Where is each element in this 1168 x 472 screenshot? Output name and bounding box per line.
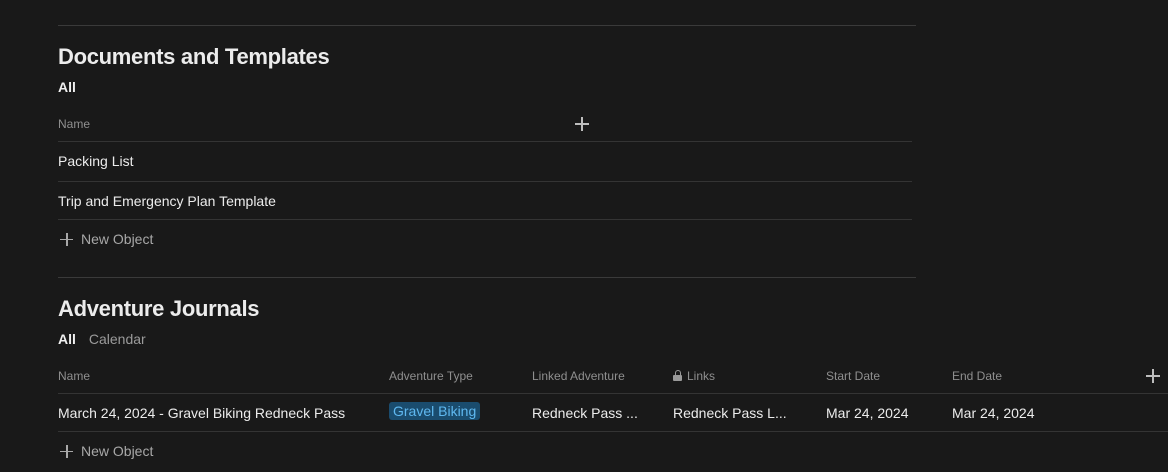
journals-section-title: Adventure Journals: [58, 296, 260, 321]
section-divider-top: [58, 25, 916, 26]
journal-row-name[interactable]: March 24, 2024 - Gravel Biking Redneck P…: [58, 405, 345, 421]
journal-row-adventure-type[interactable]: Gravel Biking: [389, 402, 481, 420]
add-column-plus-icon[interactable]: [1146, 369, 1160, 383]
column-header-name[interactable]: Name: [58, 117, 90, 131]
table-row[interactable]: Packing List: [58, 153, 133, 169]
header-divider: [58, 141, 912, 142]
journal-row-start-date[interactable]: Mar 24, 2024: [826, 405, 909, 421]
documents-view-tabs: All: [58, 79, 76, 95]
column-header-name[interactable]: Name: [58, 369, 90, 383]
new-object-button[interactable]: New Object: [60, 443, 153, 459]
journal-row-linked-adventure[interactable]: Redneck Pass ...: [532, 405, 638, 421]
new-object-button[interactable]: New Object: [60, 231, 153, 247]
plus-icon: [60, 444, 73, 458]
column-header-links-label: Links: [687, 369, 716, 383]
column-header-start-date[interactable]: Start Date: [826, 369, 880, 383]
add-column-plus-icon[interactable]: [575, 117, 589, 131]
column-header-end-date[interactable]: End Date: [952, 369, 1002, 383]
tab-all[interactable]: All: [58, 79, 76, 95]
tab-calendar[interactable]: Calendar: [89, 331, 146, 347]
section-divider: [58, 277, 916, 278]
journal-row-end-date[interactable]: Mar 24, 2024: [952, 405, 1035, 421]
plus-icon: [60, 232, 73, 246]
row-divider: [58, 219, 912, 220]
row-divider: [58, 431, 1168, 432]
row-divider: [58, 181, 912, 182]
header-divider: [58, 393, 1168, 394]
documents-section-title: Documents and Templates: [58, 44, 330, 69]
column-header-adventure-type[interactable]: Adventure Type: [389, 369, 473, 383]
adventure-type-tag: Gravel Biking: [389, 402, 481, 420]
journals-view-tabs: All Calendar: [58, 331, 146, 347]
lock-icon: [673, 370, 682, 381]
journal-row-links[interactable]: Redneck Pass L...: [673, 405, 787, 421]
column-header-linked-adventure[interactable]: Linked Adventure: [532, 369, 625, 383]
new-object-label: New Object: [81, 443, 154, 459]
tab-all[interactable]: All: [58, 331, 76, 347]
table-row[interactable]: Trip and Emergency Plan Template: [58, 193, 276, 209]
new-object-label: New Object: [81, 231, 154, 247]
column-header-links[interactable]: Links: [673, 369, 715, 383]
